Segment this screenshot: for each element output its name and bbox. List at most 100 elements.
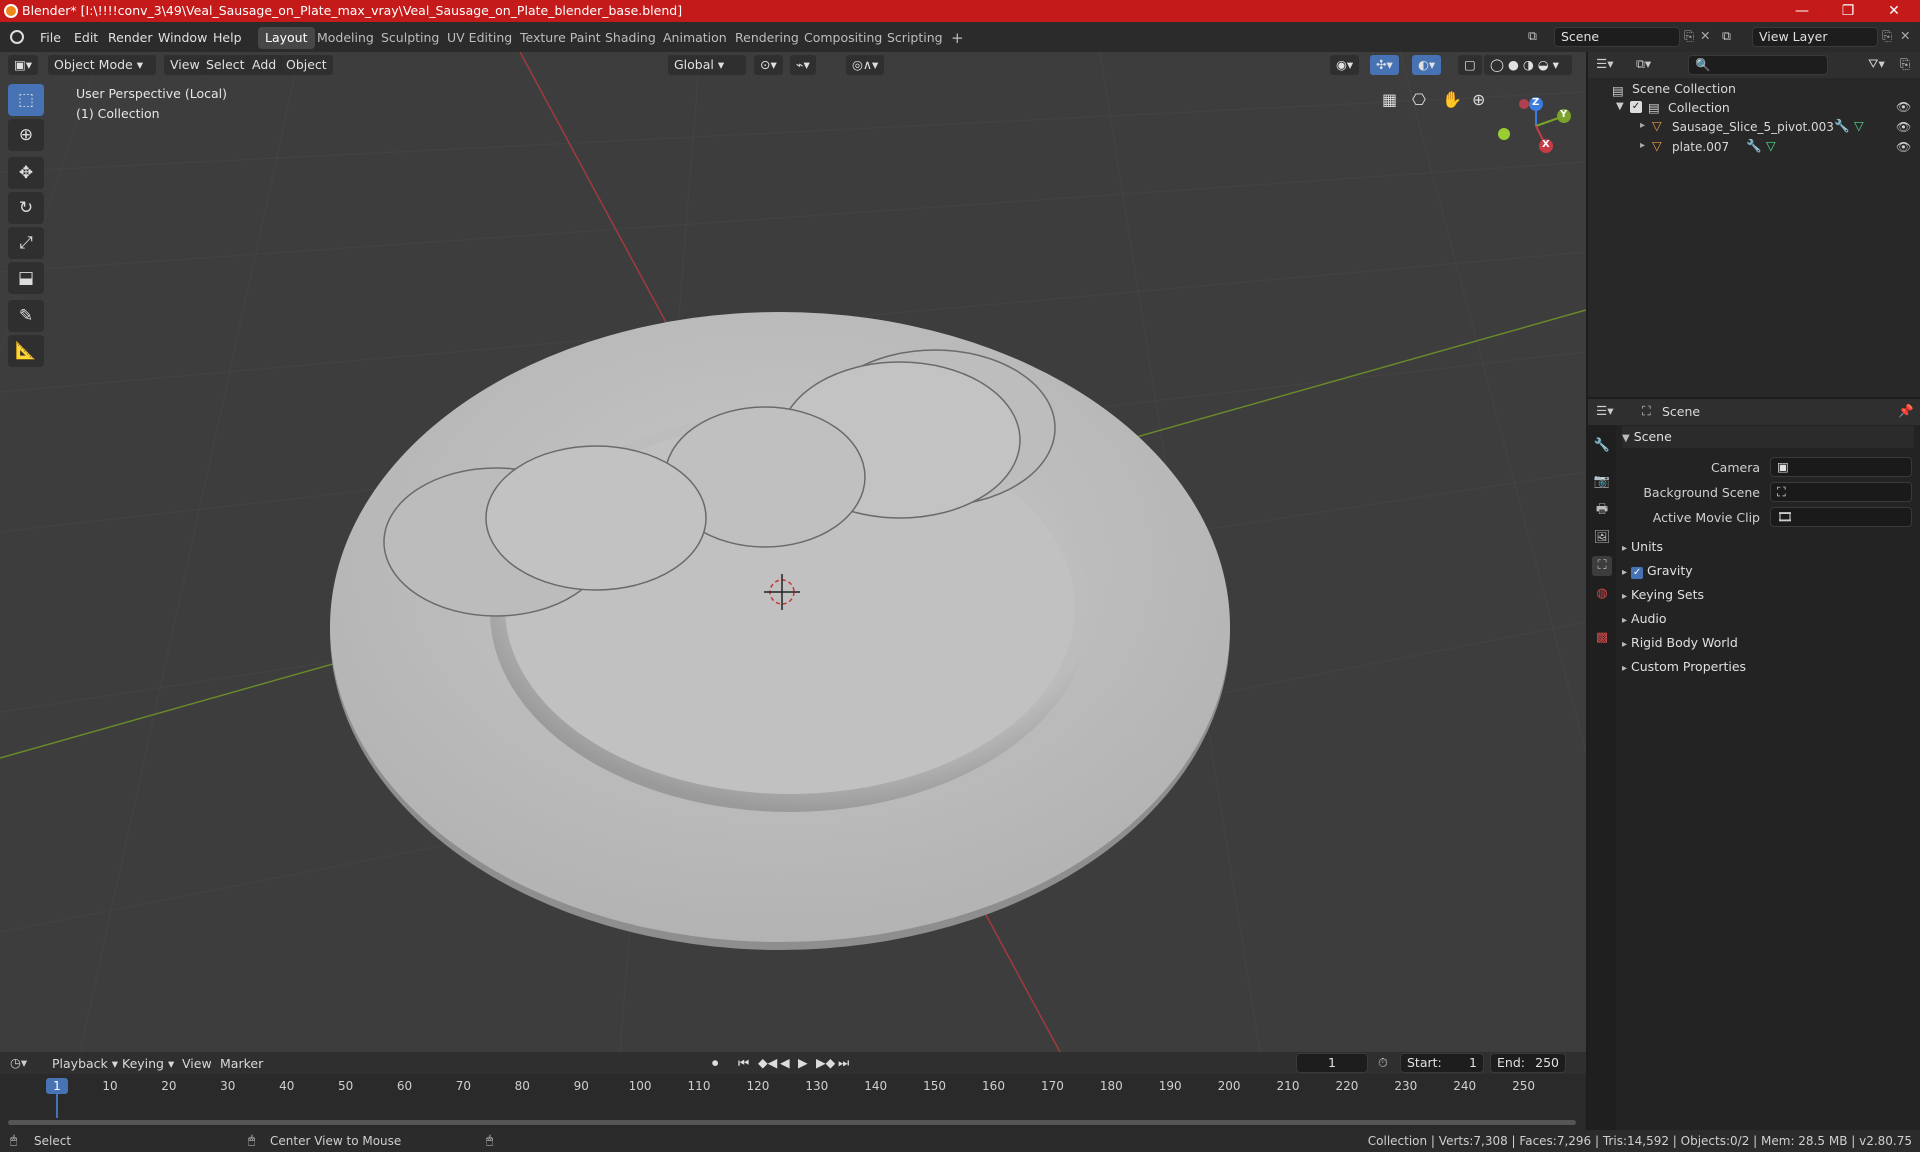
timeline-menu-marker[interactable]: Marker — [220, 1056, 263, 1071]
render-tab-icon[interactable]: 📷 — [1592, 472, 1612, 492]
record-icon[interactable]: ⏺ — [712, 1055, 718, 1071]
modifier-wrench-icon[interactable]: 🔧 — [1746, 138, 1762, 154]
filter-icon[interactable]: ⛛▾ — [1868, 56, 1885, 72]
mesh-data-icon[interactable]: ▽ — [1854, 118, 1864, 133]
scene-field[interactable]: Scene — [1554, 27, 1680, 47]
scale-tool-icon[interactable]: ⤢ — [8, 227, 44, 259]
menu-help[interactable]: Help — [207, 28, 248, 48]
gizmo-toggle-icon[interactable]: ✣▾ — [1370, 55, 1399, 75]
gravity-panel[interactable]: ▸ ✓ Gravity — [1622, 560, 1914, 582]
pin-icon[interactable]: 📌 — [1898, 403, 1914, 419]
tool-tab-icon[interactable]: 🔧 — [1592, 436, 1612, 456]
measure-tool-icon[interactable]: 📐 — [8, 335, 44, 367]
start-frame-field[interactable]: Start: 1 — [1400, 1053, 1484, 1073]
timeline-menu-playback[interactable]: Playback ▾ — [52, 1056, 118, 1071]
cursor-tool-icon[interactable]: ⊕ — [8, 119, 44, 151]
viewport-menu-add[interactable]: Add — [246, 55, 283, 75]
outliner-editor-type-icon[interactable]: ☰▾ — [1596, 56, 1613, 71]
modifier-wrench-icon[interactable]: 🔧 — [1834, 118, 1850, 134]
tab-compositing[interactable]: Compositing — [797, 27, 889, 49]
pan-hand-icon[interactable]: ✋ — [1442, 90, 1462, 109]
audio-panel[interactable]: ▸ Audio — [1622, 608, 1914, 630]
menu-file[interactable]: File — [34, 28, 67, 48]
plate-eye-icon[interactable]: 👁 — [1896, 140, 1911, 154]
viewport-menu-select[interactable]: Select — [200, 55, 251, 75]
play-reverse-icon[interactable]: ◀ — [780, 1055, 790, 1070]
keying-sets-panel[interactable]: ▸ Keying Sets — [1622, 584, 1914, 606]
new-collection-icon[interactable]: ⎘ — [1900, 56, 1910, 72]
outliner-item-sausage[interactable]: Sausage_Slice_5_pivot.003 — [1672, 120, 1834, 134]
timeline-menu-view[interactable]: View — [182, 1056, 212, 1071]
timeline-scrollbar[interactable] — [8, 1120, 1576, 1125]
units-panel[interactable]: ▸ Units — [1622, 536, 1914, 558]
tab-uv-editing[interactable]: UV Editing — [440, 27, 519, 49]
tab-texture-paint[interactable]: Texture Paint — [513, 27, 608, 49]
tab-layout[interactable]: Layout — [258, 27, 315, 49]
mesh-data-icon[interactable]: ▽ — [1766, 138, 1776, 153]
scene-browse-icon[interactable]: ⧉ — [1528, 28, 1548, 48]
active-movie-clip-field[interactable]: 🎞 — [1770, 507, 1912, 527]
view-layer-browse-icon[interactable]: ⧉ — [1722, 28, 1731, 44]
menu-window[interactable]: Window — [152, 28, 213, 48]
jump-end-icon[interactable]: ⏭ — [838, 1055, 849, 1071]
zoom-icon[interactable]: ⊕ — [1472, 90, 1485, 109]
orientation-dropdown[interactable]: Global ▾ — [668, 55, 746, 75]
gravity-checkbox[interactable]: ✓ — [1631, 567, 1644, 579]
editor-type-icon[interactable]: ▣▾ — [8, 55, 39, 75]
move-tool-icon[interactable]: ✥ — [8, 157, 44, 189]
collection-label[interactable]: Collection — [1668, 100, 1730, 115]
tab-scripting[interactable]: Scripting — [880, 27, 950, 49]
world-tab-icon[interactable]: ◍ — [1592, 584, 1612, 604]
rotate-tool-icon[interactable]: ↻ — [8, 192, 44, 224]
rigid-body-world-panel[interactable]: ▸ Rigid Body World — [1622, 632, 1914, 654]
camera-view-icon[interactable]: ⎔ — [1412, 90, 1426, 109]
shading-modes[interactable]: ◯ ● ◑ ◒ ▾ — [1484, 55, 1572, 75]
tab-rendering[interactable]: Rendering — [728, 27, 806, 49]
pivot-icon[interactable]: ⊙▾ — [754, 55, 783, 75]
close-icon[interactable]: ✕ — [1872, 0, 1916, 22]
blender-menu-icon[interactable] — [10, 30, 24, 44]
properties-editor-type-icon[interactable]: ☰▾ — [1596, 403, 1613, 418]
grid-view-icon[interactable]: ▦ — [1382, 90, 1397, 109]
navigation-gizmo[interactable]: Z Y X — [1496, 90, 1576, 160]
view-layer-remove-icon[interactable]: ✕ — [1900, 28, 1910, 43]
outliner-search-input[interactable]: 🔍 — [1688, 55, 1828, 75]
expand-item-icon[interactable]: ▸ — [1640, 140, 1645, 151]
custom-properties-panel[interactable]: ▸ Custom Properties — [1622, 656, 1914, 678]
view-layer-field[interactable]: View Layer — [1752, 27, 1878, 47]
expand-item-icon[interactable]: ▸ — [1640, 120, 1645, 131]
sausage-eye-icon[interactable]: 👁 — [1896, 120, 1911, 134]
proportional-edit-icon[interactable]: ◎∧▾ — [846, 55, 885, 75]
object-mode-dropdown[interactable]: Object Mode ▾ — [48, 55, 156, 75]
current-frame-field[interactable]: 1 — [1296, 1053, 1368, 1073]
menu-render[interactable]: Render — [102, 28, 159, 48]
menu-edit[interactable]: Edit — [68, 28, 104, 48]
outliner-item-plate[interactable]: plate.007 — [1672, 140, 1729, 154]
scene-collection-label[interactable]: Scene Collection — [1632, 81, 1736, 96]
end-frame-field[interactable]: End: 250 — [1490, 1053, 1566, 1073]
timeline-menu-keying[interactable]: Keying ▾ — [122, 1056, 174, 1071]
scene-new-icon[interactable]: ⎘ — [1684, 28, 1694, 44]
xray-icon[interactable]: ▢ — [1458, 55, 1482, 75]
tab-sculpting[interactable]: Sculpting — [374, 27, 446, 49]
3d-viewport[interactable] — [0, 52, 1586, 1052]
jump-start-icon[interactable]: ⏮ — [738, 1055, 749, 1071]
minimize-icon[interactable]: — — [1780, 0, 1824, 22]
select-box-tool-icon[interactable]: ⬚ — [8, 84, 44, 116]
scene-section-header[interactable]: ▼ Scene — [1622, 426, 1914, 448]
display-mode-icon[interactable]: ⧉▾ — [1636, 56, 1651, 72]
add-workspace-icon[interactable]: + — [944, 27, 971, 49]
tab-shading[interactable]: Shading — [598, 27, 663, 49]
background-scene-field[interactable]: ⛶ — [1770, 482, 1912, 502]
expand-collection-icon[interactable]: ▼ — [1616, 101, 1624, 112]
output-tab-icon[interactable]: 🖶 — [1592, 500, 1612, 520]
scene-remove-icon[interactable]: ✕ — [1700, 28, 1710, 43]
timeline-editor-type-icon[interactable]: ◷▾ — [10, 1055, 27, 1070]
tab-animation[interactable]: Animation — [656, 27, 734, 49]
collection-eye-icon[interactable]: 👁 — [1896, 100, 1911, 114]
tab-modeling[interactable]: Modeling — [310, 27, 381, 49]
maximize-icon[interactable]: ❐ — [1826, 0, 1870, 22]
transform-tool-icon[interactable]: ⬓ — [8, 262, 44, 294]
annotate-tool-icon[interactable]: ✎ — [8, 300, 44, 332]
view-layer-tab-icon[interactable]: 🖼 — [1592, 528, 1612, 548]
